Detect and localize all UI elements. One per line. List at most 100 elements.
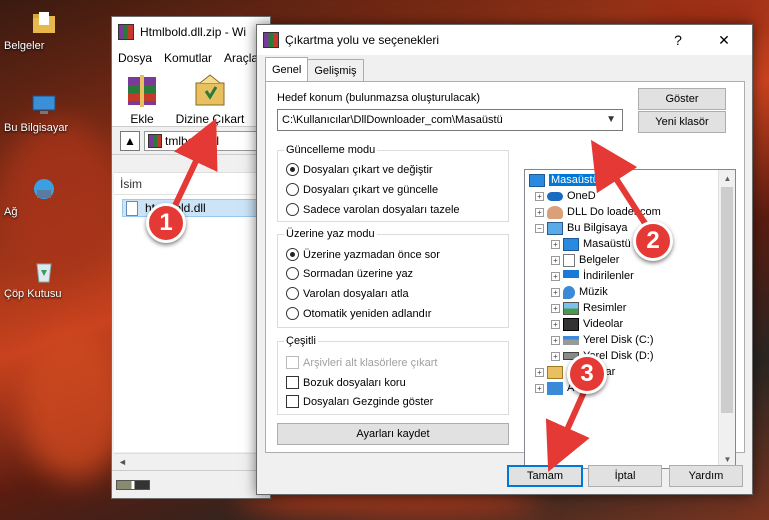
tab-general[interactable]: Genel xyxy=(265,57,309,81)
tree-item-documents[interactable]: + Belgeler xyxy=(551,252,619,268)
extract-to-button[interactable]: Dizine Çıkart xyxy=(172,73,248,126)
expand-icon[interactable]: + xyxy=(551,287,560,297)
show-button[interactable]: Göster xyxy=(638,88,726,110)
option-label: Dosyaları çıkart ve güncelle xyxy=(303,183,439,196)
desktop-icon xyxy=(529,173,545,187)
checkbox[interactable] xyxy=(286,376,299,389)
winrar-title-bar[interactable]: Htmlbold.dll.zip - Wi xyxy=(112,17,270,47)
tree-vertical-scrollbar[interactable]: ▲ ▼ xyxy=(718,170,735,468)
tab-advanced[interactable]: Gelişmiş xyxy=(307,59,364,81)
file-row-selected[interactable]: htmlbold.dll xyxy=(122,199,262,217)
expand-icon[interactable]: + xyxy=(535,191,544,201)
winrar-toolbar: Ekle Dizine Çıkart xyxy=(112,69,270,127)
status-bar xyxy=(112,470,270,498)
overwrite-option-ask[interactable]: Üzerine yazmadan önce sor xyxy=(286,248,440,261)
expand-icon[interactable]: + xyxy=(535,383,544,393)
column-header-name[interactable]: İsim xyxy=(114,173,270,195)
update-option-replace[interactable]: Dosyaları çıkart ve değiştir xyxy=(286,163,433,176)
add-button-label: Ekle xyxy=(130,112,154,126)
archive-path-text: tmlbold.dll xyxy=(165,133,220,148)
tree-item-pictures[interactable]: + Resimler xyxy=(551,300,626,316)
tree-item-music[interactable]: + Müzik xyxy=(551,284,608,300)
radio-button[interactable] xyxy=(286,183,299,196)
libraries-icon xyxy=(547,365,563,379)
expand-icon[interactable]: + xyxy=(551,271,560,281)
expand-icon[interactable]: + xyxy=(535,367,544,377)
collapse-icon[interactable]: − xyxy=(535,223,544,233)
file-list: İsim htmlbold.dll xyxy=(114,172,270,452)
winrar-icon xyxy=(118,24,134,40)
misc-option-subfolders: Arşivleri alt klasörlere çıkart xyxy=(286,356,437,369)
expand-icon[interactable]: + xyxy=(551,319,560,329)
dialog-title: Çıkartma yolu ve seçenekleri xyxy=(285,33,440,47)
expand-icon[interactable]: + xyxy=(551,303,560,313)
archive-path-field[interactable]: tmlbold.dll xyxy=(144,130,270,151)
menu-commands[interactable]: Komutlar xyxy=(164,51,212,65)
onedrive-icon xyxy=(547,191,563,201)
misc-option-show-in-explorer[interactable]: Dosyaları Gezginde göster xyxy=(286,395,433,408)
horizontal-scrollbar[interactable]: ◄ xyxy=(114,453,270,470)
expand-icon[interactable]: + xyxy=(551,335,560,345)
dll-file-icon xyxy=(126,201,138,216)
misc-option-keep-broken[interactable]: Bozuk dosyaları koru xyxy=(286,376,406,389)
overwrite-option-without-prompt[interactable]: Sormadan üzerine yaz xyxy=(286,267,413,280)
misc-group: Çeşitli Arşivleri alt klasörlere çıkart … xyxy=(277,335,509,415)
expand-icon[interactable]: + xyxy=(551,351,560,361)
tree-item-desktop[interactable]: Masaüstü xyxy=(529,172,601,188)
tree-item-videos[interactable]: + Videolar xyxy=(551,316,623,332)
tree-item-downloads[interactable]: + İndirilenler xyxy=(551,268,634,284)
expand-icon[interactable]: + xyxy=(551,255,560,265)
tree-item-label: OneD xyxy=(567,190,596,202)
add-button[interactable]: Ekle xyxy=(112,73,172,126)
radio-button[interactable] xyxy=(286,307,299,320)
radio-button[interactable] xyxy=(286,248,299,261)
radio-button[interactable] xyxy=(286,287,299,300)
desktop-icon-documents[interactable]: Belgeler xyxy=(4,10,84,52)
expand-icon[interactable]: + xyxy=(535,207,544,217)
desktop-icon-recycle-bin[interactable]: Çöp Kutusu xyxy=(4,258,84,300)
radio-button[interactable] xyxy=(286,163,299,176)
menu-file[interactable]: Dosya xyxy=(118,51,152,65)
tree-item-onedrive[interactable]: + OneD xyxy=(535,188,596,204)
up-folder-button[interactable]: ▲ xyxy=(120,130,140,151)
scroll-up-icon[interactable]: ▲ xyxy=(719,170,735,187)
checkbox[interactable] xyxy=(286,395,299,408)
winrar-title: Htmlbold.dll.zip - Wi xyxy=(140,25,247,39)
tree-item-user[interactable]: + DLL Do loader.com xyxy=(535,204,661,220)
expand-icon[interactable]: + xyxy=(551,239,560,249)
winrar-menu-bar: Dosya Komutlar Araçla xyxy=(112,47,270,69)
destination-path-combo[interactable]: C:\Kullanıcılar\DllDownloader_com\Masaüs… xyxy=(277,109,623,131)
update-option-update[interactable]: Dosyaları çıkart ve güncelle xyxy=(286,183,438,196)
overwrite-option-skip[interactable]: Varolan dosyaları atla xyxy=(286,287,409,300)
desktop-icon-network[interactable]: Ağ xyxy=(4,176,84,218)
option-label: Dosyaları Gezginde göster xyxy=(303,395,434,408)
update-mode-group: Güncelleme modu Dosyaları çıkart ve deği… xyxy=(277,144,509,222)
tree-item-label: Resimler xyxy=(583,302,627,314)
chevron-down-icon[interactable]: ▼ xyxy=(606,114,616,125)
close-icon[interactable]: ✕ xyxy=(704,25,744,55)
update-option-freshen[interactable]: Sadece varolan dosyaları tazele xyxy=(286,203,460,216)
tree-item-this-pc[interactable]: − Bu Bilgisaya xyxy=(535,220,628,236)
menu-tools[interactable]: Araçla xyxy=(224,51,258,65)
up-arrow-icon: ▲ xyxy=(124,133,136,148)
radio-button[interactable] xyxy=(286,267,299,280)
tree-item-label: Belgeler xyxy=(579,254,620,266)
ok-button[interactable]: Tamam xyxy=(507,465,583,487)
help-button[interactable]: Yardım xyxy=(669,465,743,487)
radio-button[interactable] xyxy=(286,203,299,216)
desktop-icon-computer[interactable]: Bu Bilgisayar xyxy=(4,92,84,134)
extract-to-icon xyxy=(195,74,225,106)
new-folder-button[interactable]: Yeni klasör xyxy=(638,111,726,133)
scroll-left-icon[interactable]: ◄ xyxy=(118,457,127,467)
dialog-title-bar[interactable]: Çıkartma yolu ve seçenekleri ? ✕ xyxy=(257,25,752,55)
save-settings-button[interactable]: Ayarları kaydet xyxy=(277,423,509,445)
tree-item-disk-c[interactable]: + Yerel Disk (C:) xyxy=(551,332,654,348)
overwrite-option-rename[interactable]: Otomatik yeniden adlandır xyxy=(286,307,431,320)
folder-tree[interactable]: Masaüstü + OneD + DLL Do loader.com − Bu… xyxy=(524,169,736,469)
cancel-button[interactable]: İptal xyxy=(588,465,662,487)
tree-item-pc-desktop[interactable]: + Masaüstü xyxy=(551,236,631,252)
tab-general-panel: Hedef konum (bulunmazsa oluşturulacak) C… xyxy=(265,81,745,469)
computer-icon xyxy=(32,95,56,114)
scroll-thumb[interactable] xyxy=(721,187,733,413)
help-title-button[interactable]: ? xyxy=(658,25,698,55)
